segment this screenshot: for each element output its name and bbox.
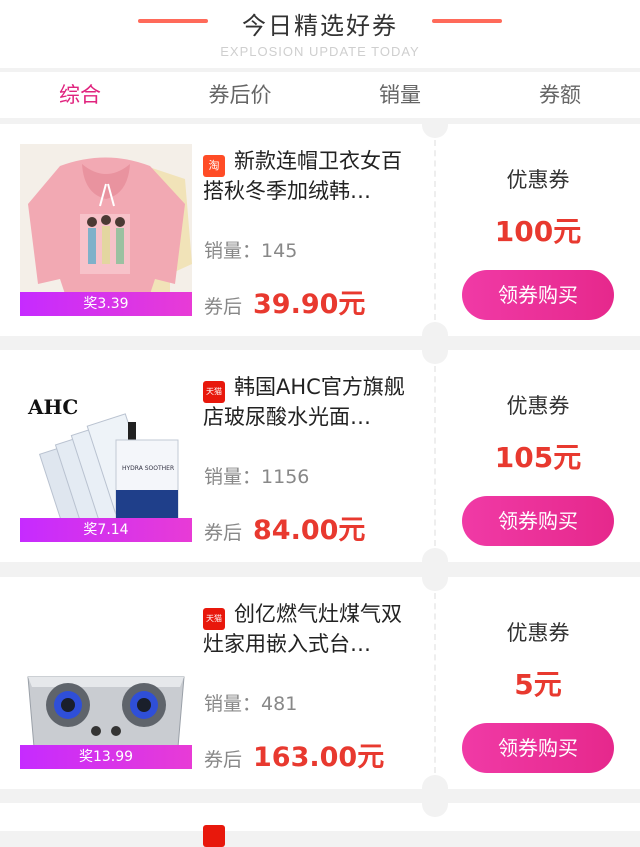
product-image[interactable]: 奖3.39 — [20, 144, 192, 316]
sales-label: 销量： — [204, 240, 262, 262]
price-label: 券后 — [204, 749, 243, 771]
tab-price-after-coupon[interactable]: 券后价 — [160, 72, 320, 118]
get-coupon-button[interactable]: 领券购买 — [462, 270, 614, 320]
price-after-coupon: 163.00元 — [253, 742, 385, 773]
product-card[interactable]: 奖3.39 淘 新款连帽卫衣女百搭秋冬季加绒韩… 销量：145 券后 39.90… — [0, 124, 640, 336]
coupon-title: 优惠券 — [506, 621, 570, 645]
product-card[interactable]: AHC HYDRA SOOTHER 奖7.14 天猫 韩国AHC官方旗舰店玻尿酸… — [0, 350, 640, 562]
reward-badge: 奖3.39 — [20, 292, 192, 316]
tmall-icon — [203, 825, 225, 847]
product-image[interactable]: AHC HYDRA SOOTHER 奖7.14 — [20, 370, 192, 542]
price-label: 券后 — [204, 522, 243, 544]
card-divider — [434, 593, 436, 773]
coupon-value: 100元 — [494, 215, 582, 248]
coupon-title: 优惠券 — [506, 168, 570, 192]
mask-pack-image: AHC HYDRA SOOTHER — [20, 370, 192, 542]
price-after-coupon: 84.00元 — [253, 515, 366, 546]
reward-badge: 奖13.99 — [20, 745, 192, 769]
sales-count: 481 — [261, 693, 298, 715]
section-subtitle: EXPLOSION UPDATE TODAY — [220, 44, 420, 59]
hoodie-image — [20, 144, 192, 316]
product-title[interactable]: 创亿燃气灶煤气双灶家用嵌入式台… — [203, 599, 413, 659]
price-after-coupon: 39.90元 — [253, 289, 366, 320]
card-notch-top — [422, 803, 448, 817]
card-notch-bottom — [422, 322, 448, 336]
section-header: 今日精选好券 EXPLOSION UPDATE TODAY — [0, 0, 640, 68]
product-title[interactable]: 新款连帽卫衣女百搭秋冬季加绒韩… — [203, 146, 413, 206]
card-divider — [434, 366, 436, 546]
coupon-value: 5元 — [514, 668, 562, 701]
card-divider — [434, 140, 436, 320]
get-coupon-button[interactable]: 领券购买 — [462, 496, 614, 546]
product-card-partial[interactable] — [0, 803, 640, 847]
tab-comprehensive[interactable]: 综合 — [0, 72, 160, 118]
sales-label: 销量： — [204, 466, 262, 488]
tab-sales[interactable]: 销量 — [320, 72, 480, 118]
sales-info: 销量：481 — [204, 689, 297, 716]
sort-tabs: 综合 券后价 销量 券额 — [0, 72, 640, 118]
gas-stove-image — [20, 597, 192, 769]
sales-label: 销量： — [204, 693, 262, 715]
ahc-logo-text: AHC — [27, 395, 78, 419]
card-notch-top — [422, 577, 448, 591]
section-title: 今日精选好券 — [242, 12, 398, 40]
product-image[interactable]: 奖13.99 — [20, 597, 192, 769]
card-notch-top — [422, 350, 448, 364]
sales-info: 销量：145 — [204, 236, 297, 263]
sales-info: 销量：1156 — [204, 462, 309, 489]
product-title[interactable]: 韩国AHC官方旗舰店玻尿酸水光面… — [203, 372, 413, 432]
get-coupon-button[interactable]: 领券购买 — [462, 723, 614, 773]
card-notch-bottom — [422, 548, 448, 562]
product-card[interactable]: 奖13.99 天猫 创亿燃气灶煤气双灶家用嵌入式台… 销量：481 券后 163… — [0, 577, 640, 789]
coupon-value: 105元 — [494, 441, 582, 474]
card-notch-top — [422, 124, 448, 138]
tab-coupon-amount[interactable]: 券额 — [480, 72, 640, 118]
sales-count: 1156 — [261, 466, 310, 488]
sales-count: 145 — [261, 240, 298, 262]
reward-badge: 奖7.14 — [20, 518, 192, 542]
svg-text:HYDRA SOOTHER: HYDRA SOOTHER — [122, 465, 174, 472]
coupon-title: 优惠券 — [506, 394, 570, 418]
card-notch-bottom — [422, 775, 448, 789]
price-label: 券后 — [204, 296, 243, 318]
